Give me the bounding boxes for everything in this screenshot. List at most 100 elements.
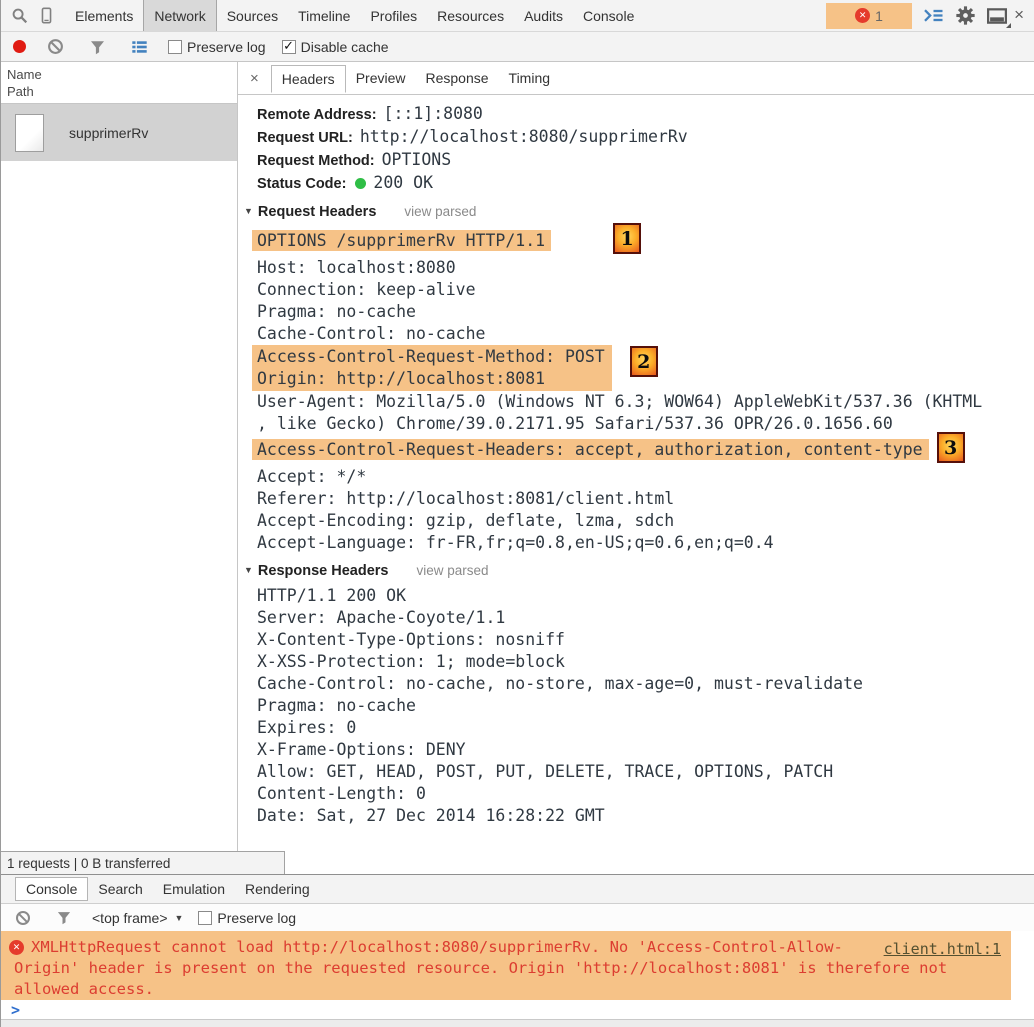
tab-audits[interactable]: Audits xyxy=(514,0,573,31)
tab-sources[interactable]: Sources xyxy=(217,0,288,31)
raw-header-line: Origin: http://localhost:8081 xyxy=(257,368,605,390)
response-headers-section[interactable]: ▼ Response Headers view parsed xyxy=(244,559,1034,582)
tab-resources[interactable]: Resources xyxy=(427,0,514,31)
console-clear-icon[interactable] xyxy=(10,905,36,931)
raw-header-line: Date: Sat, 27 Dec 2014 16:28:22 GMT xyxy=(257,805,1034,827)
devtools-close-icon[interactable]: × xyxy=(1010,5,1030,27)
network-toolbar: Preserve log ✓ Disable cache xyxy=(1,32,1034,62)
frame-selector-value: <top frame> xyxy=(92,910,168,926)
annotation-highlight-1: OPTIONS /supprimerRv HTTP/1.1 xyxy=(252,230,551,251)
remote-address-value: [::1]:8080 xyxy=(384,104,483,123)
tab-network[interactable]: Network xyxy=(143,0,216,31)
drawer-tab-rendering[interactable]: Rendering xyxy=(235,878,320,900)
view-parsed-link[interactable]: view parsed xyxy=(404,204,476,219)
checkmark-icon: ✓ xyxy=(283,39,294,52)
view-parsed-link[interactable]: view parsed xyxy=(416,563,488,578)
status-code-value: 200 OK xyxy=(373,173,433,192)
annotation-box-2: 2 xyxy=(630,346,658,377)
request-detail-tabbar: × Headers Preview Response Timing xyxy=(238,62,1034,95)
settings-gear-icon[interactable] xyxy=(952,3,978,29)
preserve-log-checkbox-box[interactable] xyxy=(168,40,182,54)
devtools-window: Elements Network Sources Timeline Profil… xyxy=(0,0,1034,1027)
console-toolbar: <top frame> ▼ Preserve log xyxy=(1,904,1034,931)
error-x-glyph: ✕ xyxy=(859,10,867,21)
path-column-label: Path xyxy=(7,83,231,100)
request-row[interactable]: supprimerRv xyxy=(1,104,237,161)
error-badge-annotation-highlight: ✕ 1 xyxy=(826,3,912,29)
clear-icon[interactable] xyxy=(42,34,68,60)
error-count[interactable]: 1 xyxy=(875,8,883,24)
disclosure-triangle-icon[interactable]: ▼ xyxy=(244,565,253,575)
drawer-tab-emulation[interactable]: Emulation xyxy=(153,878,235,900)
request-method-label: Request Method: xyxy=(257,153,375,169)
console-error-line: Origin' header is present on the request… xyxy=(14,958,1011,979)
network-panel: Name Path supprimerRv × Headers Preview … xyxy=(1,62,1034,874)
error-source-link[interactable]: client.html:1 xyxy=(884,939,1001,960)
detail-close-icon[interactable]: × xyxy=(246,70,271,87)
raw-header-line: User-Agent: Mozilla/5.0 (Windows NT 6.3;… xyxy=(257,391,1034,413)
raw-header-line: Content-Length: 0 xyxy=(257,783,1034,805)
name-column-label: Name xyxy=(7,66,231,83)
request-headers-section[interactable]: ▼Request Headersview parsed xyxy=(244,200,1034,223)
tab-profiles[interactable]: Profiles xyxy=(360,0,427,31)
console-error-icon: ✕ xyxy=(9,940,24,955)
console-filter-icon[interactable] xyxy=(51,905,77,931)
tab-preview[interactable]: Preview xyxy=(346,65,416,91)
devtools-main-tabbar: Elements Network Sources Timeline Profil… xyxy=(1,0,1034,32)
prompt-chevron-icon: > xyxy=(11,1001,20,1019)
status-green-dot-icon xyxy=(355,178,366,189)
raw-header-line: , like Gecko) Chrome/39.0.2171.95 Safari… xyxy=(257,413,1034,435)
device-emulation-icon[interactable] xyxy=(33,3,59,29)
chevron-down-icon: ▼ xyxy=(175,913,184,923)
console-preserve-log-label: Preserve log xyxy=(217,910,296,926)
dock-options-corner xyxy=(1006,23,1011,28)
frame-selector[interactable]: <top frame> ▼ xyxy=(92,910,183,926)
console-error-line: allowed access. xyxy=(14,979,1011,1000)
request-name: supprimerRv xyxy=(69,125,148,141)
annotation-box-3: 3 xyxy=(937,432,965,463)
raw-header-line: OPTIONS /supprimerRv HTTP/1.11 xyxy=(257,226,1034,257)
network-summary-text: 1 requests | 0 B transferred xyxy=(7,856,170,871)
dock-side-icon[interactable] xyxy=(984,3,1010,29)
bottom-strip xyxy=(1,1019,1034,1027)
drawer-tab-search[interactable]: Search xyxy=(88,878,152,900)
search-icon[interactable] xyxy=(7,3,33,29)
annotation-highlight-3: Access-Control-Request-Headers: accept, … xyxy=(252,439,929,460)
raw-header-line: Allow: GET, HEAD, POST, PUT, DELETE, TRA… xyxy=(257,761,1034,783)
request-url-value: http://localhost:8080/supprimerRv xyxy=(360,127,688,146)
tab-timing[interactable]: Timing xyxy=(499,65,561,91)
record-icon[interactable] xyxy=(13,40,26,53)
disable-cache-checkbox-box[interactable]: ✓ xyxy=(282,40,296,54)
disclosure-triangle-icon[interactable]: ▼ xyxy=(244,206,253,216)
tab-timeline[interactable]: Timeline xyxy=(288,0,360,31)
console-preserve-log-checkbox[interactable]: Preserve log xyxy=(198,910,296,926)
raw-header-line: X-XSS-Protection: 1; mode=block xyxy=(257,651,1034,673)
raw-header-line: Pragma: no-cache xyxy=(257,301,1034,323)
raw-header-line: Pragma: no-cache xyxy=(257,695,1034,717)
tab-headers[interactable]: Headers xyxy=(271,65,346,93)
console-error-line: XMLHttpRequest cannot load http://localh… xyxy=(31,937,1011,958)
console-prompt[interactable]: > xyxy=(1,1000,1034,1019)
console-drawer-toggle-icon[interactable] xyxy=(920,3,946,29)
drawer-tabbar: Console Search Emulation Rendering xyxy=(1,875,1034,904)
raw-header-line: Expires: 0 xyxy=(257,717,1034,739)
preserve-log-checkbox[interactable]: Preserve log xyxy=(168,39,266,55)
tab-response[interactable]: Response xyxy=(415,65,498,91)
response-headers-title: Response Headers xyxy=(258,563,389,579)
error-badge-icon[interactable]: ✕ xyxy=(855,8,870,23)
requests-column-header[interactable]: Name Path xyxy=(1,62,237,104)
raw-header-line: Accept-Language: fr-FR,fr;q=0.8,en-US;q=… xyxy=(257,532,1034,554)
filter-icon[interactable] xyxy=(84,34,110,60)
annotation-box-1: 1 xyxy=(613,223,641,254)
request-method-row: Request Method:OPTIONS xyxy=(257,149,1034,172)
console-error-message-highlight: ✕ XMLHttpRequest cannot load http://loca… xyxy=(1,931,1011,1000)
tab-console[interactable]: Console xyxy=(573,0,644,31)
raw-header-line: X-Frame-Options: DENY xyxy=(257,739,1034,761)
request-url-row: Request URL:http://localhost:8080/suppri… xyxy=(257,126,1034,149)
disable-cache-checkbox[interactable]: ✓ Disable cache xyxy=(282,39,389,55)
drawer-tab-console[interactable]: Console xyxy=(15,877,88,901)
tab-elements[interactable]: Elements xyxy=(65,0,143,31)
resource-rows-icon[interactable] xyxy=(126,34,152,60)
annotation-highlight-2: Access-Control-Request-Method: POST Orig… xyxy=(252,345,612,391)
console-preserve-log-checkbox-box[interactable] xyxy=(198,911,212,925)
